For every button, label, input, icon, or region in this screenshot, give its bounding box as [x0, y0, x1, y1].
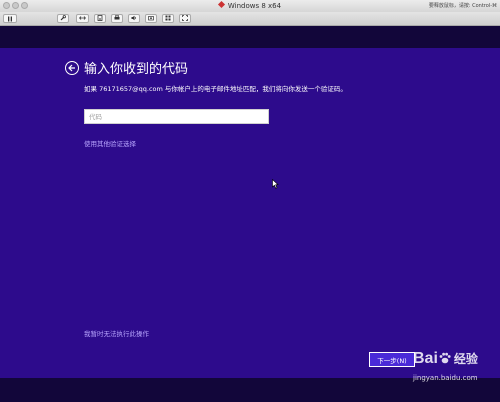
fullscreen-button[interactable] [179, 14, 191, 23]
drive-button[interactable] [94, 14, 106, 23]
back-button[interactable] [65, 61, 79, 75]
vm-screen-top-band [0, 26, 500, 48]
vm-logo-icon [217, 0, 225, 9]
sound-button[interactable] [128, 14, 140, 23]
release-mouse-hint: 要释放鼠标，请按: Control-⌘ [428, 3, 497, 9]
camera-button[interactable] [145, 14, 157, 23]
camera-icon [148, 16, 154, 21]
watermark-url: jingyan.baidu.com [413, 374, 478, 382]
fullscreen-icon [182, 15, 188, 21]
network-button[interactable] [76, 14, 89, 23]
settings-button[interactable] [57, 14, 69, 23]
grid-icon [165, 15, 171, 21]
back-arrow-icon [68, 64, 75, 72]
pause-button[interactable] [3, 14, 17, 23]
next-button[interactable]: 下一步(N) [369, 352, 415, 367]
window-title: Windows 8 x64 [0, 0, 500, 12]
watermark-logo: Bai 经验 [413, 350, 478, 367]
baidu-watermark: Bai 经验 jingyan.baidu.com [413, 350, 487, 384]
speaker-icon [131, 15, 137, 21]
printer-button[interactable] [111, 14, 123, 23]
mouse-cursor-icon [272, 179, 279, 189]
printer-icon [114, 15, 120, 20]
code-input[interactable] [84, 109, 269, 124]
vm-toolbar [0, 12, 500, 26]
arrows-icon [79, 16, 86, 20]
paw-icon [439, 352, 451, 364]
page-description: 如果 76171657@qq.com 与你帐户上的电子邮件地址匹配，我们将向你发… [84, 85, 347, 93]
drive-icon [97, 15, 103, 21]
page-title: 输入你收到的代码 [84, 62, 189, 77]
cannot-do-this-link[interactable]: 我暂时无法执行此操作 [84, 328, 149, 338]
other-verification-link[interactable]: 使用其他验证选择 [84, 138, 136, 148]
unity-button[interactable] [162, 14, 174, 23]
wrench-icon [60, 15, 66, 21]
pause-icon [8, 16, 12, 21]
verification-page [0, 48, 500, 378]
